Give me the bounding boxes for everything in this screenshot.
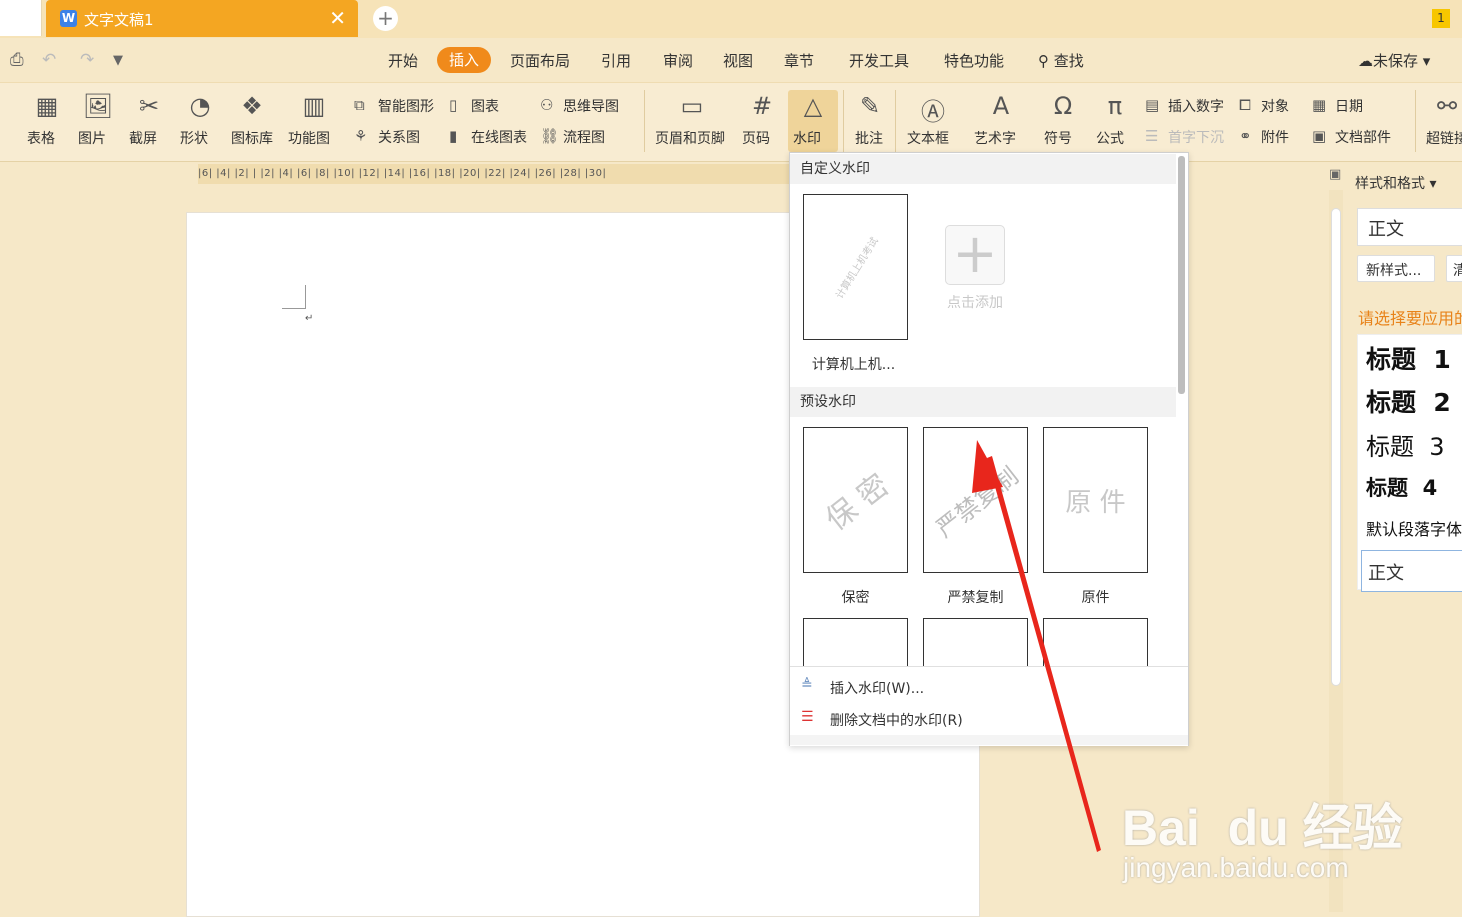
annotation-arrow-shaft bbox=[987, 456, 1101, 852]
annotation-arrow bbox=[972, 440, 1101, 852]
baidu-logo-watermark: Bai du 经验 bbox=[1122, 800, 1403, 856]
baidu-url-watermark: jingyan.baidu.com bbox=[1123, 852, 1349, 883]
annotation-arrow-head bbox=[972, 440, 1003, 493]
